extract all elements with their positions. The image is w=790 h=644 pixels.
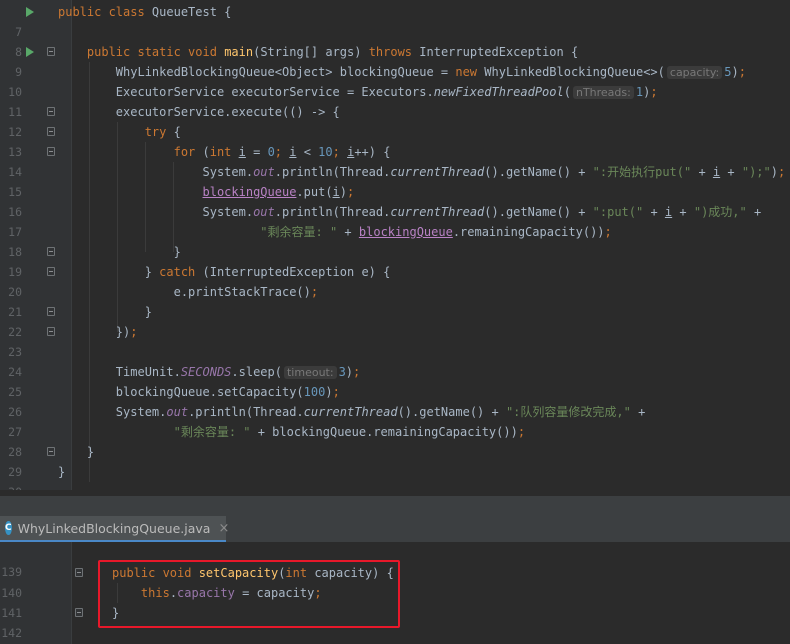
- code-line[interactable]: 139: [0, 542, 790, 579]
- editor-pane-queuetest[interactable]: 7 public class QueueTest { 8 9 public st…: [0, 0, 790, 490]
- code-line[interactable]: 23 });: [0, 322, 790, 359]
- code-line[interactable]: 10 WhyLinkedBlockingQueue<Object> blocki…: [0, 62, 790, 99]
- highlight-annotation-box: [98, 560, 400, 628]
- parameter-hint: timeout:: [283, 366, 337, 379]
- code-line[interactable]: 24: [0, 342, 790, 379]
- code-line[interactable]: 9 public static void main(String[] args)…: [0, 42, 790, 79]
- code-line[interactable]: 7 public class QueueTest {: [0, 2, 790, 39]
- fold-icon[interactable]: [75, 568, 83, 577]
- fold-icon[interactable]: [47, 267, 55, 276]
- run-icon[interactable]: [26, 7, 34, 17]
- code-line[interactable]: 26 blockingQueue.setCapacity(100);: [0, 382, 790, 419]
- run-icon[interactable]: [26, 47, 34, 57]
- code-line[interactable]: 8: [0, 22, 790, 59]
- code-line[interactable]: 25 TimeUnit.SECONDS.sleep(timeout: 3);: [0, 362, 790, 399]
- fold-icon[interactable]: [47, 307, 55, 316]
- fold-icon[interactable]: [47, 447, 55, 456]
- editor-tab-bar: C WhyLinkedBlockingQueue.java ×: [0, 490, 790, 542]
- tab-whylinkedblockingqueue[interactable]: C WhyLinkedBlockingQueue.java ×: [0, 516, 229, 542]
- code-line[interactable]: 15 System.out.println(Thread.currentThre…: [0, 162, 790, 199]
- code-line[interactable]: 14 for (int i = 0; i < 10; i++) {: [0, 142, 790, 179]
- code-line[interactable]: 19 }: [0, 242, 790, 279]
- fold-icon[interactable]: [47, 127, 55, 136]
- fold-icon[interactable]: [75, 608, 83, 617]
- code-line[interactable]: 12 executorService.execute(() -> {: [0, 102, 790, 139]
- fold-icon[interactable]: [47, 327, 55, 336]
- class-c-icon: C: [5, 521, 12, 535]
- code-line[interactable]: 11 ExecutorService executorService = Exe…: [0, 82, 790, 119]
- code-line[interactable]: 30 }: [0, 462, 790, 490]
- fold-icon[interactable]: [47, 147, 55, 156]
- code-line[interactable]: 31: [0, 482, 790, 490]
- code-line[interactable]: 29 }: [0, 442, 790, 479]
- fold-icon[interactable]: [47, 247, 55, 256]
- code-line[interactable]: 20 } catch (InterruptedException e) {: [0, 262, 790, 299]
- fold-icon[interactable]: [47, 107, 55, 116]
- close-icon[interactable]: ×: [218, 521, 229, 536]
- code-line[interactable]: 27 System.out.println(Thread.currentThre…: [0, 402, 790, 439]
- code-line[interactable]: 18 "剩余容量: " + blockingQueue.remainingCap…: [0, 222, 790, 259]
- fold-icon[interactable]: [47, 47, 55, 56]
- code-line[interactable]: 13 try {: [0, 122, 790, 159]
- parameter-hint: nThreads:: [572, 86, 634, 99]
- code-line[interactable]: 16 blockingQueue.put(i);: [0, 182, 790, 219]
- code-line[interactable]: 28 "剩余容量: " + blockingQueue.remainingCap…: [0, 422, 790, 459]
- tab-label: WhyLinkedBlockingQueue.java: [17, 520, 211, 536]
- parameter-hint: capacity:: [666, 66, 723, 79]
- pane-cut: [0, 490, 790, 496]
- code-line[interactable]: 17 System.out.println(Thread.currentThre…: [0, 202, 790, 239]
- code-line[interactable]: 22 }: [0, 302, 790, 339]
- code-line[interactable]: 21 e.printStackTrace();: [0, 282, 790, 319]
